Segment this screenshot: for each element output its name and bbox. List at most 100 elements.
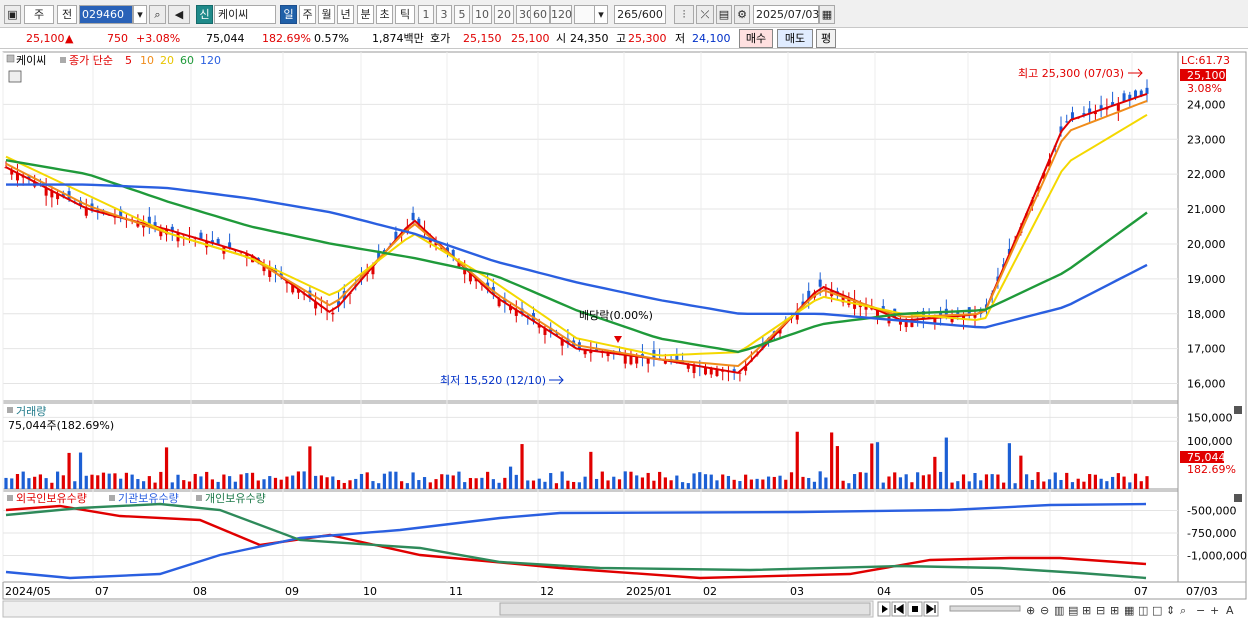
plus-icon[interactable]: + bbox=[1210, 604, 1219, 617]
window-menu-icon[interactable]: ▣ bbox=[4, 5, 21, 24]
x-axis-label: 2025/01 bbox=[626, 585, 672, 598]
volume-bar bbox=[233, 481, 237, 489]
zoom-out-icon[interactable]: ⊖ bbox=[1040, 604, 1049, 617]
volume-bar bbox=[187, 481, 192, 489]
pct-tag: 3.08% bbox=[1187, 82, 1222, 95]
volume-bar bbox=[686, 483, 690, 489]
market-select[interactable]: 주 bbox=[24, 5, 54, 24]
volume-bar bbox=[749, 479, 753, 489]
interval-10-button[interactable]: 10 bbox=[472, 5, 492, 24]
period-day-button[interactable]: 일 bbox=[280, 5, 297, 24]
candle-body bbox=[411, 212, 415, 220]
volume-bar bbox=[250, 472, 255, 489]
volume-bar bbox=[944, 437, 948, 489]
volume-bar bbox=[342, 482, 346, 489]
grid-toggle-icon[interactable]: ⊞ bbox=[1110, 604, 1119, 617]
turnover-rate: 0.57% bbox=[314, 32, 349, 45]
volume-bar bbox=[107, 473, 111, 489]
dual-panel-icon[interactable]: ◫ bbox=[1138, 604, 1148, 617]
new-stock-button[interactable]: 신 bbox=[196, 5, 213, 24]
eval-button[interactable]: 평 bbox=[816, 29, 836, 48]
data-table-icon[interactable] bbox=[8, 70, 22, 83]
list-icon[interactable]: ▦ bbox=[1124, 604, 1134, 617]
volume-bar bbox=[56, 471, 60, 489]
volume-close-icon[interactable] bbox=[1234, 406, 1242, 414]
volume-bar bbox=[526, 480, 530, 489]
font-size-icon[interactable]: A bbox=[1226, 604, 1234, 617]
move-icon[interactable]: ⇕ bbox=[1166, 604, 1175, 617]
interval-5-button[interactable]: 5 bbox=[454, 5, 470, 24]
compare-icon[interactable]: ⊞ bbox=[1082, 604, 1091, 617]
stop-icon bbox=[912, 606, 918, 612]
volume-tick-label: 100,000 bbox=[1187, 435, 1233, 448]
cross-line-icon[interactable]: ⤫ bbox=[696, 5, 714, 24]
volume-bar bbox=[256, 480, 260, 489]
volume-bar bbox=[514, 474, 518, 489]
volume-bar bbox=[904, 474, 908, 489]
zoom-slider[interactable] bbox=[949, 605, 1021, 612]
count-value: 265 bbox=[617, 8, 639, 21]
search-chart-icon[interactable]: ⌕ bbox=[1180, 604, 1186, 617]
volume-bar bbox=[78, 452, 83, 489]
volume-bar bbox=[692, 473, 696, 489]
interval-3-button[interactable]: 3 bbox=[436, 5, 452, 24]
volume-bar bbox=[612, 476, 616, 489]
settings-icon[interactable]: ⚙ bbox=[734, 5, 750, 24]
sell-button[interactable]: 매도 bbox=[777, 29, 813, 48]
price-tick-label: 18,000 bbox=[1187, 308, 1226, 321]
period-tick-button[interactable]: 틱 bbox=[395, 5, 415, 24]
x-axis-label: 09 bbox=[285, 585, 299, 598]
volume-bar bbox=[382, 473, 387, 489]
single-panel-icon[interactable]: □ bbox=[1152, 604, 1162, 617]
volume-bar bbox=[348, 480, 352, 489]
interval-20-button[interactable]: 20 bbox=[494, 5, 514, 24]
volume-bar bbox=[15, 473, 20, 489]
scrollbar-thumb[interactable] bbox=[499, 602, 871, 616]
buy-button[interactable]: 매수 bbox=[739, 29, 773, 48]
volume-value: 75,044 bbox=[206, 32, 245, 45]
interval-dropdown-icon[interactable]: ▾ bbox=[594, 5, 608, 24]
count-input[interactable]: 265/600 bbox=[614, 5, 666, 24]
zoom-in-icon[interactable]: ⊕ bbox=[1026, 604, 1035, 617]
holding-close-icon[interactable] bbox=[1234, 494, 1242, 502]
period-year-button[interactable]: 년 bbox=[337, 5, 354, 24]
volume-bar bbox=[744, 474, 748, 489]
save-icon[interactable]: ▤ bbox=[716, 5, 732, 24]
volume-bar bbox=[497, 482, 501, 489]
interval-1-button[interactable]: 1 bbox=[418, 5, 434, 24]
period-second-button[interactable]: 초 bbox=[376, 5, 393, 24]
period-minute-button[interactable]: 분 bbox=[357, 5, 374, 24]
interval-120-button[interactable]: 120 bbox=[550, 5, 572, 24]
split-icon[interactable]: ▤ bbox=[1068, 604, 1078, 617]
panel-menu-icon[interactable] bbox=[6, 54, 15, 63]
candle-type-icon[interactable]: ⫶ bbox=[674, 5, 694, 24]
interval-60-button[interactable]: 60 bbox=[530, 5, 550, 24]
date-input[interactable]: 2025/07/03 bbox=[753, 5, 819, 24]
volume-bar bbox=[778, 475, 782, 489]
x-axis-label: 08 bbox=[193, 585, 207, 598]
price-tag: 25,100 bbox=[1187, 69, 1226, 82]
high-annotation: 최고 25,300 (07/03) bbox=[1018, 67, 1124, 80]
period-week-button[interactable]: 주 bbox=[299, 5, 316, 24]
prev-button[interactable]: 전 bbox=[57, 5, 77, 24]
sound-icon[interactable]: ◀ bbox=[168, 5, 190, 24]
volume-bar bbox=[921, 475, 925, 489]
volume-bar bbox=[451, 475, 455, 489]
volume-bar bbox=[101, 472, 106, 489]
volume-bar bbox=[285, 476, 289, 489]
code-dropdown-icon[interactable]: ▾ bbox=[133, 5, 147, 24]
volume-bar bbox=[835, 446, 839, 489]
search-icon[interactable]: ⌕ bbox=[149, 5, 166, 24]
toolbar: ▣ 주 전 029460 ▾ ⌕ ◀ 신 케이씨 일 주 월 년 분 초 틱 1… bbox=[0, 0, 1248, 28]
calendar-icon[interactable]: ▦ bbox=[819, 5, 835, 24]
minus-icon[interactable]: − bbox=[1196, 604, 1205, 617]
volume-bar bbox=[205, 471, 209, 489]
stock-name-field[interactable]: 케이씨 bbox=[214, 5, 276, 24]
stock-chart[interactable]: 케이씨 종가 단순 5 10 20 60 120 LC:61.73 25,100… bbox=[0, 49, 1248, 621]
volume-bar bbox=[61, 475, 65, 489]
holding-tick-label: -500,000 bbox=[1187, 505, 1236, 518]
stock-code-input[interactable]: 029460 bbox=[79, 5, 133, 24]
layout-icon[interactable]: ▥ bbox=[1054, 604, 1064, 617]
chart-type-icon[interactable]: ⊟ bbox=[1096, 604, 1105, 617]
period-month-button[interactable]: 월 bbox=[318, 5, 335, 24]
